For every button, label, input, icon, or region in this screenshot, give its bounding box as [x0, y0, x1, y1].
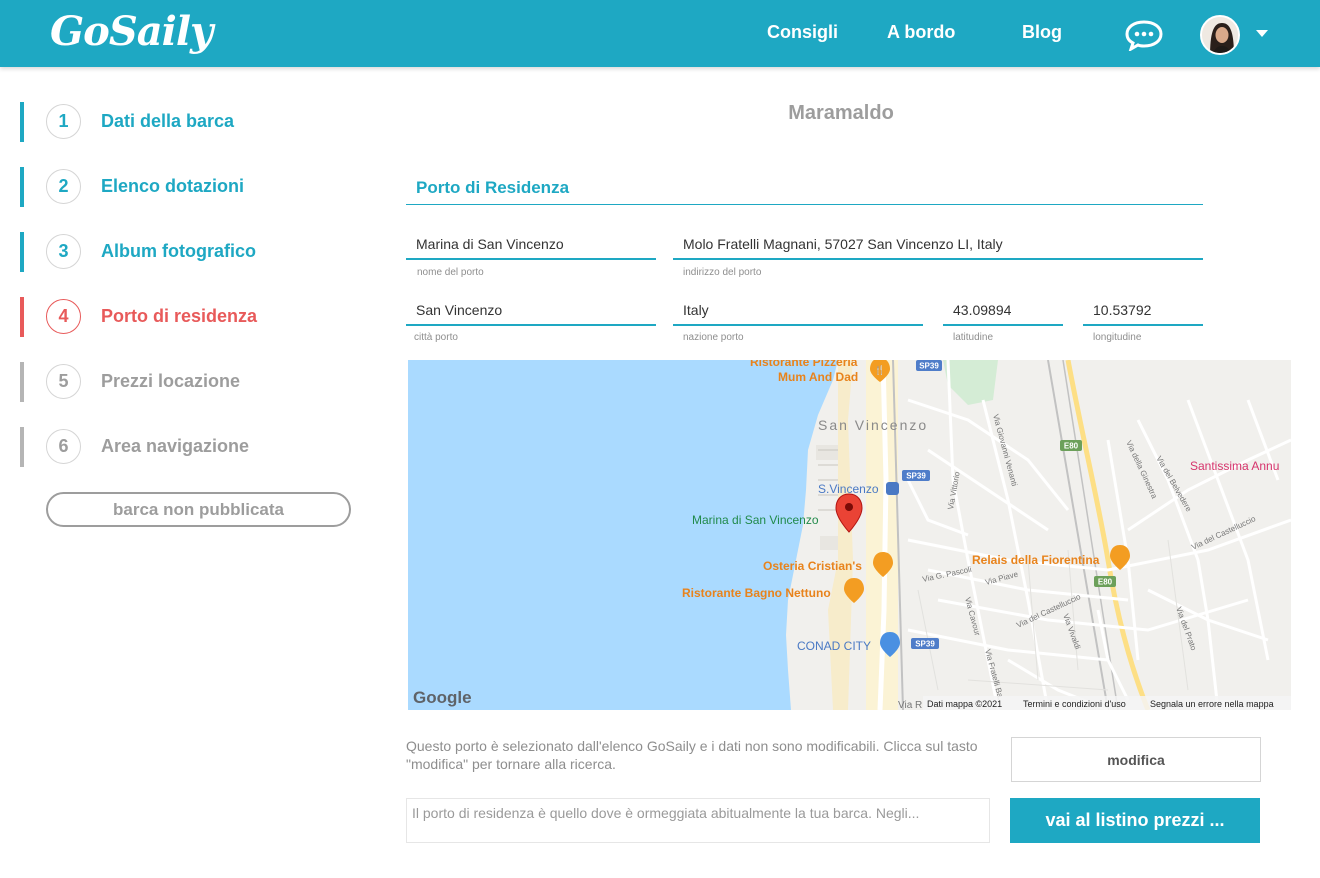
- step-number: 1: [46, 104, 81, 139]
- longitude-field[interactable]: [1083, 296, 1203, 326]
- google-logo[interactable]: Google: [413, 688, 472, 707]
- step-indicator-bar: [20, 362, 24, 402]
- road-badge-e80: E80: [1060, 440, 1082, 451]
- road-badge-e80: E80: [1094, 576, 1116, 587]
- next-step-prices-button[interactable]: vai al listino prezzi ...: [1010, 798, 1260, 843]
- boat-name-title: Maramaldo: [788, 102, 894, 124]
- city-input[interactable]: [406, 296, 656, 324]
- step-porto-residenza[interactable]: 4 Porto di residenza: [20, 297, 340, 337]
- step-number: 5: [46, 364, 81, 399]
- step-dati-barca[interactable]: 1 Dati della barca: [20, 102, 340, 142]
- modify-port-button[interactable]: modifica: [1011, 737, 1261, 782]
- step-number: 3: [46, 234, 81, 269]
- poi-osteria-cristians: Osteria Cristian's: [763, 559, 862, 573]
- port-address-input[interactable]: [673, 230, 1203, 258]
- city-field[interactable]: [406, 296, 656, 326]
- poi-ristorante-bagno-nettuno: Ristorante Bagno Nettuno: [682, 586, 831, 600]
- city-caption: città porto: [414, 332, 458, 343]
- step-indicator-bar: [20, 102, 24, 142]
- map-sea: [408, 360, 838, 710]
- map-report-error-link[interactable]: Segnala un errore nella mappa: [1150, 699, 1274, 709]
- step-area-navigazione[interactable]: 6 Area navigazione: [20, 427, 340, 467]
- step-indicator-bar: [20, 167, 24, 207]
- svg-text:🍴: 🍴: [874, 364, 885, 376]
- poi-marina-label: Marina di San Vincenzo: [692, 513, 819, 527]
- street-label: Via R: [898, 700, 922, 710]
- svg-text:E80: E80: [1064, 442, 1079, 451]
- svg-text:SP39: SP39: [906, 472, 926, 481]
- map-data-credit: Dati mappa ©2021: [927, 699, 1002, 709]
- latitude-caption: latitudine: [953, 332, 994, 343]
- step-indicator-bar: [20, 427, 24, 467]
- step-label: Porto di residenza: [101, 306, 258, 326]
- port-name-caption: nome del porto: [417, 267, 484, 278]
- user-menu-chevron-down-icon[interactable]: [1256, 30, 1268, 37]
- step-number: 6: [46, 429, 81, 464]
- step-indicator-bar: [20, 232, 24, 272]
- port-readonly-note: Questo porto è selezionato dall'elenco G…: [406, 738, 978, 772]
- port-address-caption: indirizzo del porto: [683, 267, 762, 278]
- gosaily-logo[interactable]: GoSaily: [50, 8, 213, 55]
- road-badge-sp39: SP39: [916, 360, 942, 371]
- step-number: 4: [46, 299, 81, 334]
- road-badge-sp39: SP39: [911, 638, 939, 649]
- chat-bubble-icon[interactable]: [1125, 19, 1163, 51]
- poi-relais-della-fiorentina: Relais della Fiorentina: [972, 553, 1100, 567]
- step-label: Prezzi locazione: [101, 371, 241, 391]
- step-label: Area navigazione: [101, 436, 250, 456]
- step-label: Dati della barca: [101, 111, 235, 131]
- port-name-field[interactable]: [406, 230, 656, 260]
- nav-a-bordo[interactable]: A bordo: [887, 22, 955, 43]
- road-badge-sp39: SP39: [902, 470, 930, 481]
- country-caption: nazione porto: [683, 332, 744, 343]
- map-terms-link[interactable]: Termini e condizioni d'uso: [1023, 699, 1126, 709]
- step-album-fotografico[interactable]: 3 Album fotografico: [20, 232, 340, 272]
- port-description-textarea[interactable]: [406, 798, 990, 843]
- svg-text:SP39: SP39: [915, 640, 935, 649]
- top-navbar: GoSaily Consigli A bordo Blog: [0, 0, 1320, 67]
- port-map[interactable]: SP39 SP39 SP39 E80 E80 San Vincenzo Rist…: [408, 360, 1291, 710]
- step-label: Elenco dotazioni: [101, 176, 245, 196]
- svg-text:SP39: SP39: [919, 362, 939, 371]
- poi-ristorante-pizzeria: Ristorante Pizzeria: [750, 360, 858, 369]
- country-input[interactable]: [673, 296, 923, 324]
- train-station-icon[interactable]: [886, 482, 899, 495]
- svg-text:E80: E80: [1098, 578, 1113, 587]
- nav-blog[interactable]: Blog: [1022, 22, 1062, 43]
- step-prezzi-locazione[interactable]: 5 Prezzi locazione: [20, 362, 340, 402]
- section-title-porto: Porto di Residenza: [406, 178, 1203, 205]
- poi-santissima-annunziata: Santissima Annu: [1190, 459, 1279, 473]
- poi-conad-city: CONAD CITY: [797, 639, 871, 653]
- poi-mum-and-dad: Mum And Dad: [778, 370, 858, 384]
- step-elenco-dotazioni[interactable]: 2 Elenco dotazioni: [20, 167, 340, 207]
- country-field[interactable]: [673, 296, 923, 326]
- user-avatar[interactable]: [1200, 15, 1240, 55]
- map-town-label: San Vincenzo: [818, 417, 928, 433]
- step-label: Album fotografico: [101, 241, 256, 261]
- longitude-caption: longitudine: [1093, 332, 1142, 343]
- step-number: 2: [46, 169, 81, 204]
- latitude-field[interactable]: [943, 296, 1063, 326]
- latitude-input[interactable]: [943, 296, 1063, 324]
- step-indicator-bar: [20, 297, 24, 337]
- port-address-field[interactable]: [673, 230, 1203, 260]
- nav-consigli[interactable]: Consigli: [767, 22, 838, 43]
- port-name-input[interactable]: [406, 230, 656, 258]
- publish-status-badge[interactable]: barca non pubblicata: [46, 492, 351, 527]
- longitude-input[interactable]: [1083, 296, 1203, 324]
